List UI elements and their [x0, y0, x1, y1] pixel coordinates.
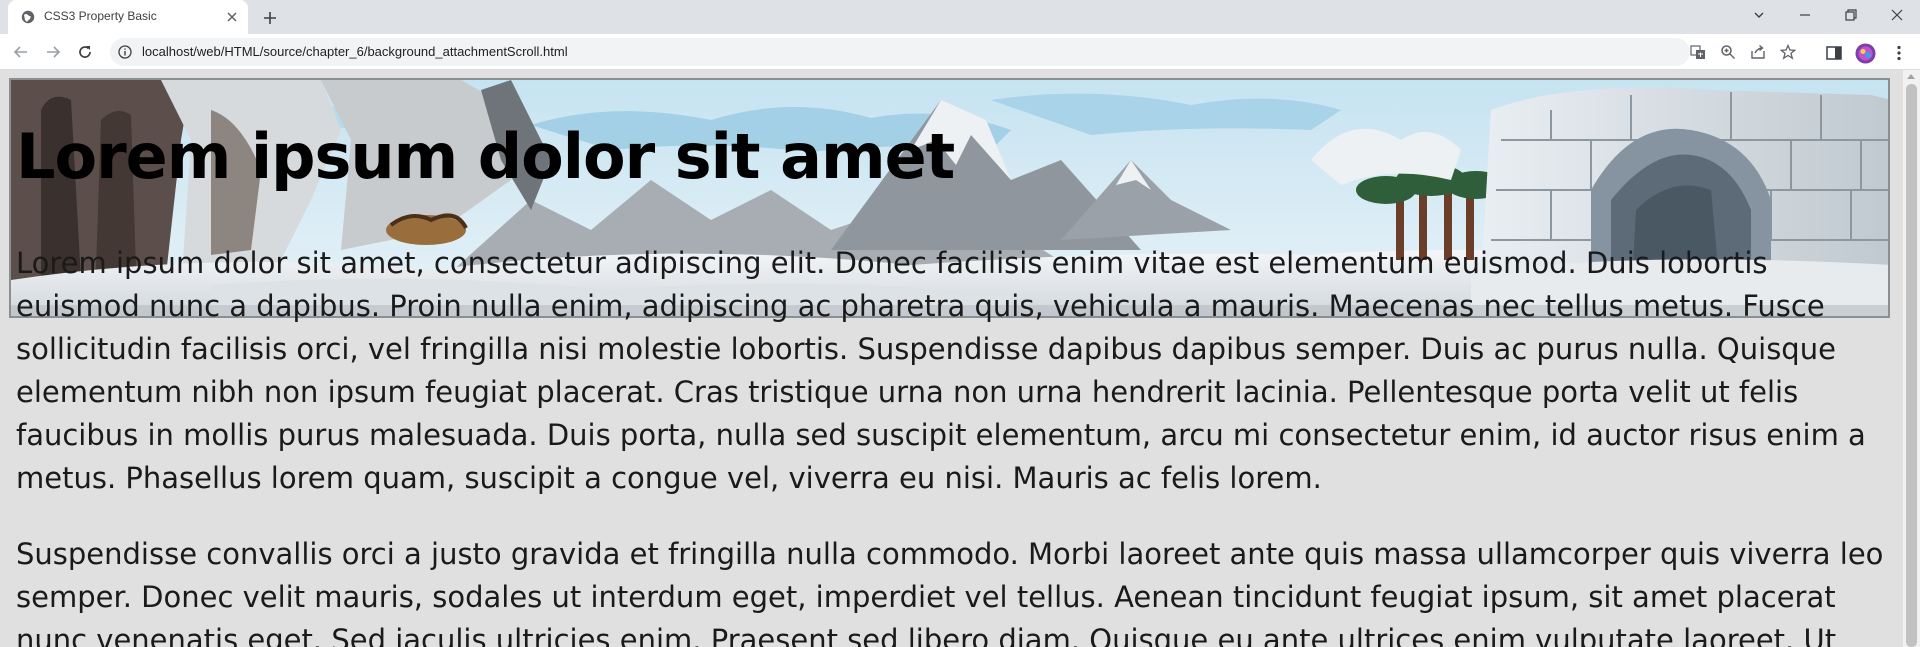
tab-title: CSS3 Property Basic — [44, 9, 157, 23]
back-icon[interactable] — [9, 40, 33, 64]
browser-toolbar: localhost/web/HTML/source/chapter_6/back… — [0, 34, 1920, 70]
profile-avatar-icon[interactable] — [1855, 43, 1876, 64]
forward-icon[interactable] — [41, 40, 65, 64]
tab-strip: CSS3 Property Basic — [0, 0, 1920, 34]
close-window-icon[interactable] — [1874, 0, 1920, 30]
paragraph-2: Suspendisse convallis orci a justo gravi… — [16, 537, 1884, 647]
address-bar[interactable]: localhost/web/HTML/source/chapter_6/back… — [110, 38, 1796, 66]
reload-icon[interactable] — [73, 40, 97, 64]
page-heading: Lorem ipsum dolor sit amet — [16, 120, 955, 193]
paragraph-1: Lorem ipsum dolor sit amet, consectetur … — [16, 246, 1866, 495]
scroll-up-arrow-icon[interactable] — [1907, 74, 1915, 79]
url-text[interactable]: localhost/web/HTML/source/chapter_6/back… — [142, 44, 568, 59]
close-tab-icon[interactable] — [224, 9, 240, 25]
share-icon[interactable] — [1750, 44, 1766, 60]
new-tab-icon[interactable] — [259, 7, 281, 29]
minimize-icon[interactable] — [1782, 0, 1828, 30]
tab-search-icon[interactable] — [1736, 0, 1782, 30]
info-icon[interactable] — [118, 45, 132, 59]
translate-icon[interactable] — [1690, 44, 1706, 60]
bookmark-star-icon[interactable] — [1780, 44, 1796, 60]
side-panel-icon[interactable] — [1825, 44, 1843, 62]
browser-tab[interactable]: CSS3 Property Basic — [8, 0, 248, 34]
page-scrollbar[interactable] — [1903, 70, 1920, 647]
menu-kebab-icon[interactable] — [1890, 44, 1908, 62]
favicon-globe-icon — [21, 10, 35, 24]
scrollbar-thumb[interactable] — [1906, 84, 1917, 647]
restore-icon[interactable] — [1828, 0, 1874, 30]
page-viewport: Lorem ipsum dolor sit amet Lorem ipsum d… — [0, 70, 1920, 647]
zoom-icon[interactable] — [1720, 44, 1736, 60]
